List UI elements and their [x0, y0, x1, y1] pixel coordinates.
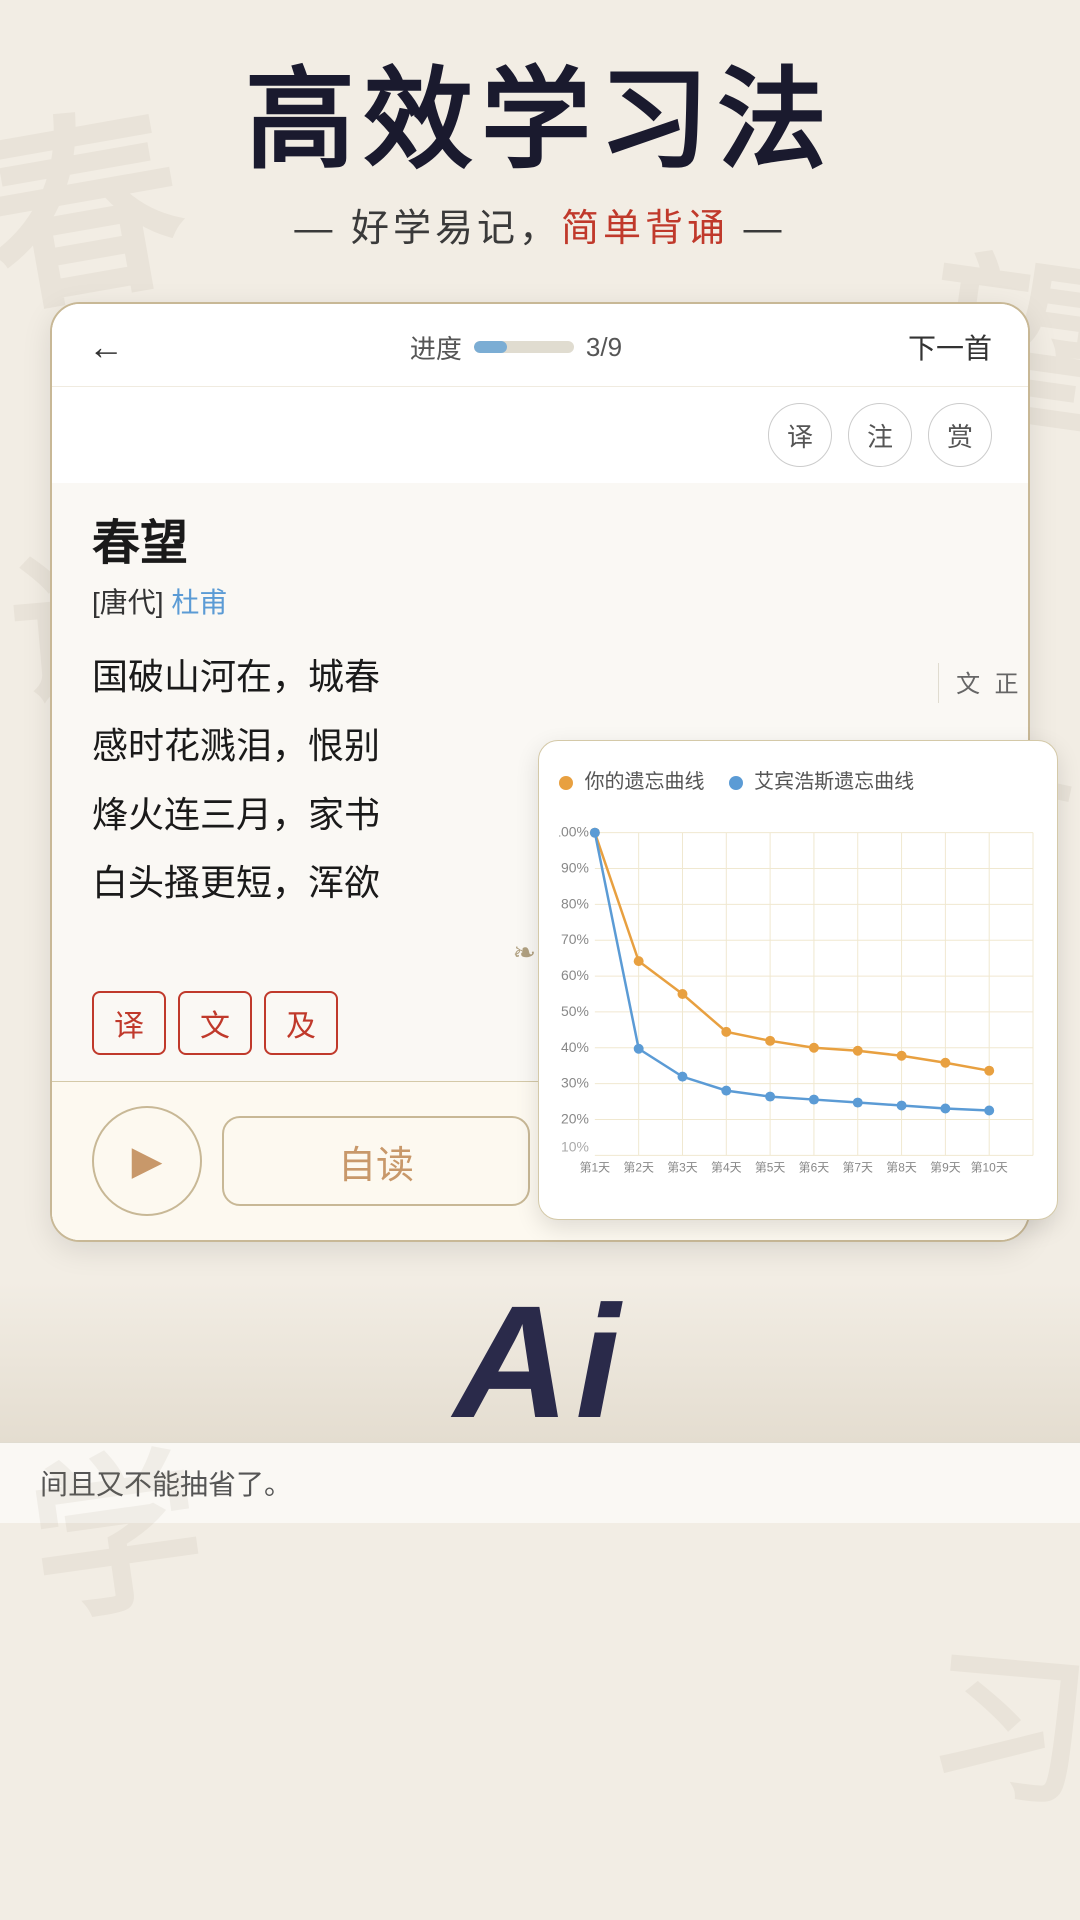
action-buttons-row: 译 注 赏 [52, 387, 1028, 483]
ebbinghaus-dot-5 [765, 1092, 775, 1102]
translate-button[interactable]: 译 [768, 403, 832, 467]
forgetting-curve-chart: 你的遗忘曲线 艾宾浩斯遗忘曲线 100% 90% 80% 70% 6 [538, 740, 1058, 1220]
self-read-label: 自读 [338, 1134, 414, 1189]
ebbinghaus-dot-2 [634, 1044, 644, 1054]
svg-text:90%: 90% [561, 860, 589, 876]
mine-dot-7 [853, 1046, 863, 1056]
ebbinghaus-dot-9 [940, 1104, 950, 1114]
legend-dot-ebbinghaus [729, 776, 743, 790]
ebbinghaus-dot-10 [984, 1106, 994, 1116]
ebbinghaus-dot-4 [721, 1086, 731, 1096]
svg-text:第5天: 第5天 [755, 1160, 786, 1174]
svg-text:第3天: 第3天 [667, 1160, 698, 1174]
poem-title: 春望 [92, 503, 938, 573]
next-button[interactable]: 下一首 [908, 327, 992, 367]
trans-btn-translate[interactable]: 译 [92, 991, 166, 1055]
mine-dot-8 [897, 1051, 907, 1061]
progress-label: 进度 [410, 329, 462, 366]
peek-text: 间且又不能抽省了。 [40, 1469, 292, 1500]
svg-text:第6天: 第6天 [799, 1160, 830, 1174]
mine-dot-3 [678, 989, 688, 999]
svg-text:80%: 80% [561, 895, 589, 911]
mine-dot-5 [765, 1036, 775, 1046]
legend-mine: 你的遗忘曲线 [559, 765, 705, 794]
chart-svg: 100% 90% 80% 70% 60% 50% 40% 30% 20% 10% [559, 806, 1037, 1186]
svg-text:30%: 30% [561, 1075, 589, 1091]
ai-section: Ai [0, 1282, 1080, 1442]
svg-text:第2天: 第2天 [623, 1160, 654, 1174]
poem-author: [唐代] 杜甫 [92, 581, 938, 621]
svg-text:第4天: 第4天 [711, 1160, 742, 1174]
trans-btn-and[interactable]: 及 [264, 991, 338, 1055]
nav-bar: ← 进度 3/9 下一首 [52, 304, 1028, 387]
svg-text:40%: 40% [561, 1039, 589, 1055]
svg-text:10%: 10% [561, 1138, 589, 1154]
ebbinghaus-dot-6 [809, 1095, 819, 1105]
svg-text:50%: 50% [561, 1003, 589, 1019]
progress-bar [474, 341, 574, 353]
svg-text:第8天: 第8天 [886, 1160, 917, 1174]
chart-legend: 你的遗忘曲线 艾宾浩斯遗忘曲线 [559, 765, 1037, 794]
phone-mockup: ← 进度 3/9 下一首 译 注 赏 春望 [唐代] 杜甫 [50, 302, 1030, 1242]
progress-bar-fill [474, 341, 507, 353]
play-button[interactable]: ▶ [92, 1106, 202, 1216]
progress-indicator: 进度 3/9 [410, 329, 622, 366]
svg-text:第9天: 第9天 [930, 1160, 961, 1174]
appreciate-button[interactable]: 赏 [928, 403, 992, 467]
subtitle-highlight: 简单背诵 [561, 208, 729, 250]
svg-text:100%: 100% [559, 824, 589, 840]
page-title: 高效学习法 [40, 60, 1040, 181]
page-subtitle: — 好学易记，简单背诵 — [40, 197, 1040, 252]
header-section: 高效学习法 — 好学易记，简单背诵 — [0, 0, 1080, 282]
svg-text:第10天: 第10天 [971, 1160, 1008, 1174]
progress-value: 3/9 [586, 332, 622, 363]
poem-line-1: 国破山河在，城春 [92, 645, 938, 710]
svg-text:70%: 70% [561, 931, 589, 947]
subtitle-prefix: — 好学易记， [294, 208, 561, 250]
svg-text:第7天: 第7天 [842, 1160, 873, 1174]
svg-text:第1天: 第1天 [580, 1160, 611, 1174]
annotate-button[interactable]: 注 [848, 403, 912, 467]
peek-section: 间且又不能抽省了。 [0, 1442, 1080, 1523]
play-icon: ▶ [132, 1138, 163, 1184]
side-label: 正文 [938, 663, 1028, 703]
trans-btn-text[interactable]: 文 [178, 991, 252, 1055]
back-button[interactable]: ← [88, 326, 124, 368]
mine-dot-9 [940, 1058, 950, 1068]
svg-text:60%: 60% [561, 967, 589, 983]
mine-dot-2 [634, 956, 644, 966]
self-read-button[interactable]: 自读 [222, 1116, 530, 1206]
poem-author-name: 杜甫 [171, 587, 227, 618]
chart-svg-container: 100% 90% 80% 70% 60% 50% 40% 30% 20% 10% [559, 806, 1037, 1186]
ebbinghaus-dot-1 [590, 828, 600, 838]
subtitle-suffix: — [729, 208, 786, 250]
mine-dot-10 [984, 1066, 994, 1076]
legend-dot-mine [559, 776, 573, 790]
mine-dot-4 [721, 1027, 731, 1037]
mine-dot-6 [809, 1043, 819, 1053]
ebbinghaus-dot-3 [678, 1072, 688, 1082]
legend-ebbinghaus: 艾宾浩斯遗忘曲线 [729, 765, 915, 794]
poem-dynasty: [唐代] [92, 587, 164, 618]
ebbinghaus-dot-7 [853, 1098, 863, 1108]
svg-text:20%: 20% [561, 1110, 589, 1126]
ebbinghaus-dot-8 [897, 1101, 907, 1111]
ai-label: Ai [454, 1270, 626, 1454]
